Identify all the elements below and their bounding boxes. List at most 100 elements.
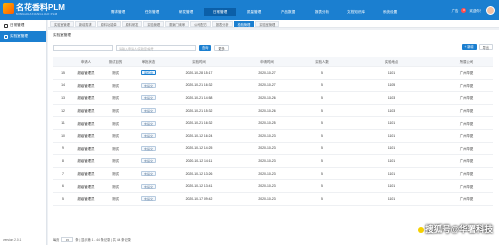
table-row[interactable]: 8 超级管理员 测试 未提交 2020-10-12 14:11 2020-10-23 5 11…: [53, 155, 493, 168]
table-cell: 5: [321, 184, 323, 189]
table-cell: 测试: [112, 159, 119, 164]
nav-item[interactable]: 产品数据: [272, 8, 304, 16]
sidebar-item[interactable]: 实验室管理: [0, 31, 46, 42]
table-header-row: 申请人 测试目的 审批状态 实验时间 申请时间 实验人数 实验地点 所属公司: [53, 57, 493, 67]
table-cell: 5: [321, 108, 323, 113]
table-cell: 11: [61, 121, 65, 126]
tab-item[interactable]: 实验管理: [143, 20, 165, 27]
table-cell: 2020-10-12 16:24: [185, 133, 213, 138]
table-cell: 广州华夏: [459, 184, 474, 189]
table-cell: 测试: [112, 172, 119, 177]
table-cell: 1101: [387, 171, 396, 176]
table-cell: 5: [321, 121, 323, 126]
sidebar-item-icon: [4, 23, 8, 28]
nav-item[interactable]: 报表分析: [306, 8, 338, 16]
table-row[interactable]: 6 超级管理员 测试 未提交 2020-10-12 13:41 2020-10-23 5 11…: [53, 180, 493, 193]
user-location-label: 广告: [451, 8, 459, 13]
table-cell: 2020-10-12 13:41: [185, 184, 213, 189]
tab-item[interactable]: 检验管理: [233, 20, 255, 27]
table-cell: 5: [321, 95, 323, 100]
nav-item[interactable]: 日常管理: [204, 8, 236, 16]
status-cell: 未提交: [132, 183, 165, 189]
query-button[interactable]: 查询: [199, 45, 212, 51]
tab-item[interactable]: 原料研发: [121, 20, 143, 27]
table-cell: 5: [321, 158, 323, 163]
status-badge: 未提交: [140, 82, 156, 88]
breadcrumb-tabs: 实验室管理 新增需求 原料功能单 原料研发 实验管理 委案门询审 公司配方 报表分析 检验管理实…: [48, 20, 499, 28]
tab-item[interactable]: 实验室管理: [255, 20, 280, 27]
table-row[interactable]: 15 超级管理员 测试 审核中 2020-10-28 15:17 2020-10-27 5 1…: [53, 67, 493, 80]
table-row[interactable]: 14 超级管理员 测试 未提交 2020-10-21 16:32 2020-10-27 5 1…: [53, 80, 493, 93]
status-cell: 未提交: [132, 82, 165, 88]
column-header: 实验时间: [192, 60, 206, 64]
nav-item[interactable]: 任务管理: [136, 8, 168, 16]
table-cell: 2020-10-28 15:17: [185, 70, 213, 75]
column-header: 实验人数: [315, 60, 329, 64]
table-row[interactable]: 12 超级管理员 测试 未提交 2020-10-21 15:32 2020-10-26 5 1…: [53, 105, 493, 118]
table-cell: 超级管理员: [77, 159, 95, 164]
status-badge: 未提交: [140, 183, 156, 189]
sidebar-item-label: 实验室管理: [10, 34, 28, 38]
table-row[interactable]: 9 超级管理员 测试 未提交 2020-10-12 14:25 2020-10-23 5 11…: [53, 143, 493, 156]
page-size-select[interactable]: 15: [61, 236, 74, 242]
table-cell: 10: [61, 133, 65, 138]
sidebar: 日常管理实验室管理 version 2.0.1: [0, 20, 47, 245]
tab-item[interactable]: 公司配方: [190, 20, 211, 27]
export-button[interactable]: 导出: [478, 44, 493, 50]
table-cell: 2020-10-26: [258, 108, 276, 113]
nav-item[interactable]: 系统设置: [374, 8, 406, 16]
tab-item[interactable]: 新增需求: [74, 20, 96, 27]
table-cell: 广州华夏: [459, 71, 474, 76]
table-cell: 1101: [387, 133, 396, 138]
status-cell: 未提交: [132, 95, 165, 101]
table-cell: 1101: [387, 196, 396, 201]
table-cell: 1101: [387, 146, 396, 151]
table-cell: 测试: [112, 71, 119, 76]
user-avatar[interactable]: [486, 5, 495, 15]
table-cell: 超级管理员: [77, 146, 95, 151]
notification-badge[interactable]: 0: [461, 7, 467, 13]
sidebar-item[interactable]: 日常管理: [0, 20, 46, 31]
status-badge: 未提交: [140, 171, 156, 177]
status-badge: 未提交: [140, 133, 156, 139]
table-row[interactable]: 11 超级管理员 测试 未提交 2020-10-21 16:32 2020-10-25 5 1…: [53, 117, 493, 130]
sidebar-item-label: 日常管理: [10, 23, 25, 27]
table-cell: 测试: [112, 197, 119, 202]
table-row[interactable]: 5 超级管理员 测试 未提交 2020-10-17 09:42 2020-10-23 5 11…: [53, 193, 493, 206]
table-cell: 1101: [387, 70, 396, 75]
column-header: 所属公司: [459, 60, 474, 64]
table-cell: 超级管理员: [77, 134, 95, 139]
table-row[interactable]: 13 超级管理员 测试 未提交 2020-10-21 14:58 2020-10-26 5 1…: [53, 92, 493, 105]
table-cell: 1103: [387, 95, 396, 100]
version-label: version 2.0.1: [3, 238, 22, 242]
table-row[interactable]: 7 超级管理员 测试 未提交 2020-10-12 13:26 2020-10-23 5 11…: [53, 168, 493, 181]
tab-item[interactable]: 报表分析: [211, 20, 233, 27]
more-button[interactable]: 更多: [214, 45, 229, 51]
status-cell: 未提交: [132, 133, 165, 139]
table-cell: 5: [321, 83, 323, 88]
status-cell: 审核中: [132, 70, 165, 76]
tab-item[interactable]: 实验室管理: [50, 20, 74, 27]
nav-item[interactable]: 研发管理: [170, 8, 202, 16]
table-cell: 2020-10-12 14:11: [185, 158, 213, 163]
table-cell: 2020-10-23: [258, 196, 276, 201]
nav-item[interactable]: 需求管理: [102, 8, 134, 16]
page-title: 实验室管理: [53, 33, 71, 37]
pagination: 每页 15 条 | 显示第 1 - 44 条记录 | 共 44 条记录: [53, 236, 131, 242]
status-badge: 未提交: [140, 108, 156, 114]
tab-item[interactable]: 委案门询审: [165, 20, 190, 27]
column-header: 申请人: [80, 60, 92, 64]
app-logo[interactable]: 名花香料PLM MINGHUAXIANGLIAO PLM: [3, 2, 65, 18]
table-row[interactable]: 10 超级管理员 测试 未提交 2020-10-12 16:24 2020-10-23 5 1…: [53, 130, 493, 143]
filter-select[interactable]: [53, 45, 113, 51]
search-input[interactable]: 请输入申请人/实验室/编号: [116, 45, 196, 51]
table-cell: 2020-10-17 09:42: [185, 196, 213, 201]
nav-item[interactable]: 质量管理: [238, 8, 270, 16]
table-cell: 超级管理员: [77, 197, 95, 202]
nav-item[interactable]: 文档知识库: [340, 8, 372, 16]
header-user-area: 广告 0 欢迎你！: [452, 5, 495, 15]
table-cell: 超级管理员: [77, 172, 95, 177]
tab-item[interactable]: 原料功能单: [96, 20, 121, 27]
add-button[interactable]: + 新增: [461, 44, 477, 50]
table-cell: 5: [321, 196, 323, 201]
